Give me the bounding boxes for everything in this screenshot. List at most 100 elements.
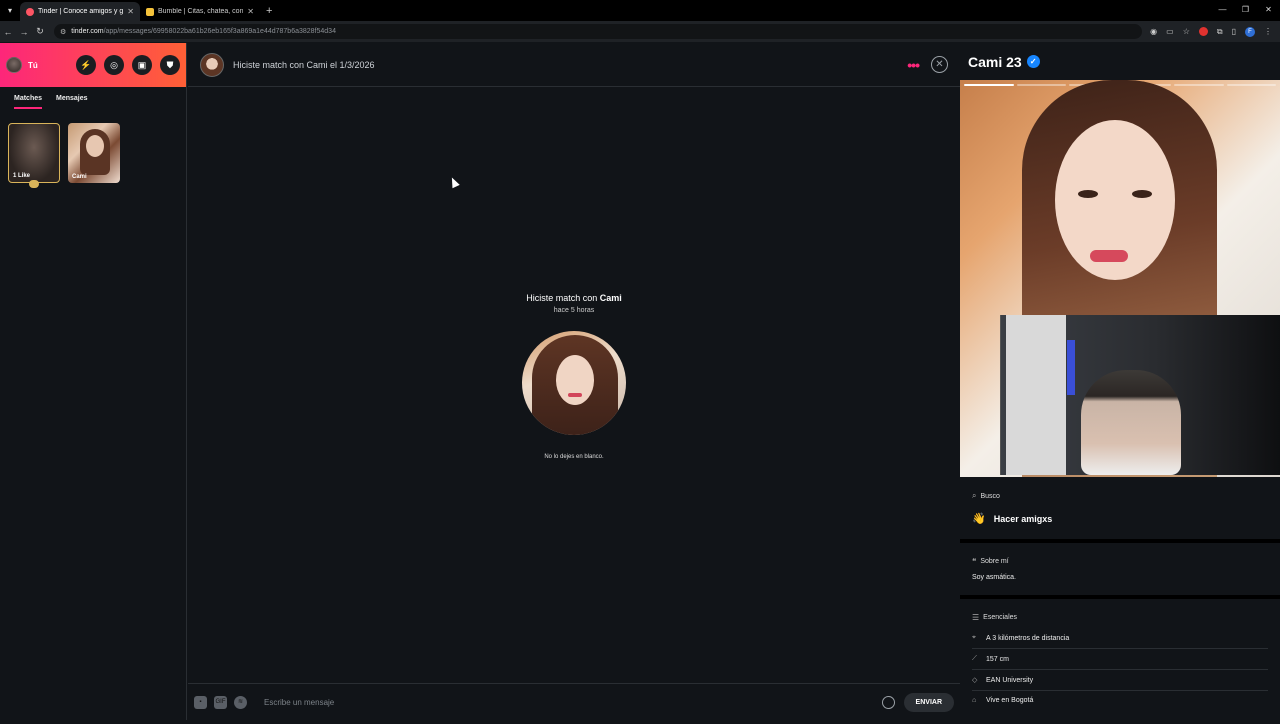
match-title-prefix: Hiciste match con [526, 293, 598, 303]
photo-lips [568, 393, 582, 397]
sidebar-panel-icon[interactable]: ▯ [1232, 27, 1236, 36]
looking-value: Hacer amigxs [993, 513, 1053, 524]
profile-avatar-icon[interactable]: F [1245, 26, 1255, 37]
essentials-section: ☰ Esenciales ⌖ A 3 kilómetros de distancia… [960, 599, 1280, 724]
location-icon: ⌖ [972, 634, 976, 641]
cast-icon[interactable]: ▭ [1166, 27, 1174, 36]
emoji-icon[interactable] [881, 695, 895, 709]
match-card-cami[interactable]: Cami [68, 123, 120, 183]
url-field[interactable]: ⚙ tinder.com/app/messages/69958022ba61b2… [54, 24, 1143, 39]
sidebar-header: Tú ⚡ ◎ ▣ ⛊ [0, 43, 186, 87]
message-input[interactable]: Escribe un mensaje [264, 698, 882, 707]
tab-close-icon[interactable]: ✕ [247, 7, 254, 16]
webcam-overlay [1000, 315, 1280, 475]
webcam-background-door [1006, 315, 1066, 475]
avatar [6, 57, 22, 73]
new-tab-icon[interactable]: + [266, 5, 272, 17]
extensions-puzzle-icon[interactable]: ⧉ [1217, 27, 1223, 37]
match-name-label: Cami [72, 174, 87, 180]
tab-search-icon[interactable]: ▾ [0, 6, 20, 15]
essentials-header: Esenciales [983, 614, 1018, 621]
home-icon: ⌂ [972, 697, 977, 704]
browser-menu-icon[interactable]: ⋮ [1264, 27, 1272, 36]
safety-shield-icon[interactable]: ⛊ [160, 55, 180, 75]
tab-close-icon[interactable]: ✕ [127, 7, 134, 16]
reload-icon[interactable]: ↻ [32, 26, 48, 37]
matches-list: 1 Like Cami [0, 109, 186, 197]
match-profile-photo[interactable] [522, 331, 626, 435]
likes-card[interactable]: 1 Like [8, 123, 60, 183]
site-info-icon[interactable]: ⚙ [60, 28, 66, 36]
close-window-icon[interactable]: ✕ [1257, 0, 1280, 20]
url-path: /app/messages/69958022ba61b26eb165f3a869… [103, 28, 336, 35]
tab-matches[interactable]: Matches [14, 95, 43, 109]
essential-text: EAN University [986, 676, 1034, 684]
photo-progress-segment[interactable] [1174, 84, 1224, 86]
match-title-name: Cami [599, 293, 622, 303]
browser-tab-tinder[interactable]: Tinder | Conoce amigos y gente ✕ [20, 2, 140, 21]
url-host: tinder.com [71, 28, 104, 35]
tab-messages[interactable]: Mensajes [56, 95, 88, 109]
tab-title: Tinder | Conoce amigos y gente [38, 8, 124, 15]
bookmark-star-icon[interactable]: ☆ [1183, 27, 1190, 36]
quote-icon: ❝ [972, 557, 977, 566]
more-options-icon[interactable]: ••• [907, 57, 920, 73]
address-bar: ← → ↻ ⚙ tinder.com/app/messages/69958022… [0, 21, 1280, 42]
photo-eye [1078, 190, 1098, 198]
match-avatar[interactable] [200, 52, 224, 77]
gold-heart-icon [29, 180, 39, 188]
back-icon[interactable]: ← [0, 27, 16, 37]
match-hint: No lo dejes en blanco. [544, 454, 604, 460]
search-icon: ⌕ [972, 491, 977, 500]
essential-row: ⟋ 157 cm [972, 649, 1268, 670]
list-icon: ☰ [972, 613, 980, 622]
tab-title: Bumble | Citas, chatea, conoce [158, 8, 244, 15]
sticker-icon[interactable]: ▪ [194, 695, 207, 709]
browser-tab-bumble[interactable]: Bumble | Citas, chatea, conoce ✕ [140, 2, 260, 21]
extension-icon[interactable] [1198, 27, 1208, 36]
spotify-icon[interactable]: ≋ [234, 695, 247, 709]
briefcase-icon[interactable]: ▣ [132, 55, 152, 75]
send-button[interactable]: ENVIAR [903, 692, 954, 712]
profile-photo[interactable] [960, 80, 1280, 477]
gif-icon[interactable]: GIF [214, 695, 227, 709]
about-text: Soy asmática. [972, 574, 1016, 581]
likes-count-label: 1 Like [13, 173, 31, 179]
match-time-ago: hace 5 horas [553, 307, 595, 314]
photo-face [556, 355, 594, 405]
matches-sidebar: Tú ⚡ ◎ ▣ ⛊ Matches Mensajes 1 Like Cami [0, 43, 187, 720]
photo-progress-segment[interactable] [1016, 84, 1066, 86]
address-bar-icons: ◉ ▭ ☆ ⧉ ▯ F ⋮ [1142, 26, 1280, 37]
photo-progress-segment[interactable] [1226, 84, 1276, 86]
my-profile-link[interactable]: Tú [6, 57, 68, 73]
verified-badge-icon: ✓ [1026, 55, 1040, 68]
essential-text: A 3 kilómetros de distancia [986, 634, 1070, 642]
essential-row: ⌖ A 3 kilómetros de distancia [972, 628, 1268, 649]
match-photo-face [86, 135, 104, 157]
profile-name-row: Cami 23 ✓ [960, 43, 1280, 80]
webcam-blue-light [1067, 340, 1075, 395]
location-permission-icon[interactable]: ◉ [1150, 27, 1157, 36]
forward-icon[interactable]: → [16, 27, 32, 37]
profile-name-age: Cami 23 [968, 53, 1022, 70]
message-composer: ▪ GIF ≋ Escribe un mensaje ENVIAR [188, 683, 960, 720]
essential-text: 157 cm [986, 655, 1009, 663]
looking-header: Busco [980, 492, 1000, 500]
sidebar-tabs: Matches Mensajes [0, 87, 186, 109]
ruler-icon: ⟋ [972, 655, 977, 662]
restore-icon[interactable]: ❐ [1234, 0, 1257, 20]
chat-header-title: Hiciste match con Cami el 1/3/2026 [233, 59, 375, 70]
boost-bolt-icon[interactable]: ⚡ [76, 55, 96, 75]
profile-panel: Cami 23 ✓ ⌕ Busco 👋 Hacer amigxs ❝ Sobre mí… [960, 43, 1280, 720]
photo-progress-segment[interactable] [964, 84, 1014, 86]
window-controls: — ❐ ✕ [1211, 0, 1280, 20]
close-chat-icon[interactable]: ✕ [931, 56, 948, 73]
school-icon: ◇ [972, 677, 978, 684]
essential-row: ⌂ Vive en Bogotá [972, 691, 1268, 710]
about-header: Sobre mí [980, 558, 1009, 565]
bumble-favicon-icon [146, 7, 154, 16]
photo-eye [1132, 190, 1152, 198]
about-section: ❝ Sobre mí Soy asmática. [960, 543, 1280, 599]
minimize-icon[interactable]: — [1211, 0, 1234, 20]
explore-compass-icon[interactable]: ◎ [104, 55, 124, 75]
